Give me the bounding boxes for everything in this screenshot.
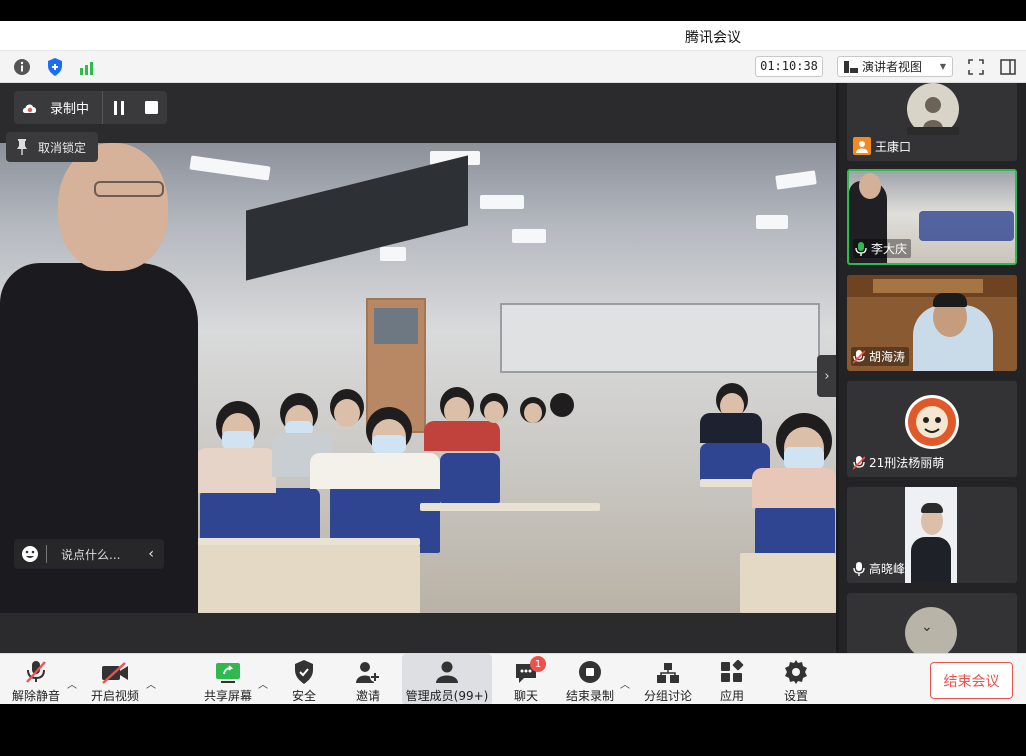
panel-collapse-button[interactable]: › — [817, 355, 836, 397]
info-icon[interactable] — [12, 57, 32, 77]
chevron-up-icon[interactable]: ︿ — [620, 676, 630, 691]
share-screen-icon — [215, 654, 241, 684]
camera-off-icon — [101, 654, 129, 684]
info-bar: 01:10:38 演讲者视图 ▼ — [0, 51, 1026, 83]
shield-icon — [294, 654, 314, 684]
chat-button[interactable]: 聊天 1 — [506, 654, 546, 704]
start-video-button[interactable]: 开启视频 — [86, 654, 144, 704]
fullscreen-icon[interactable] — [966, 57, 986, 77]
view-mode-select[interactable]: 演讲者视图 ▼ — [837, 56, 953, 77]
stop-recording-button[interactable] — [135, 91, 167, 124]
apps-button[interactable]: 应用 — [712, 654, 752, 704]
chevron-right-icon: › — [824, 368, 830, 384]
bottom-toolbar: 解除静音 ︿ 开启视频 ︿ 共享屏幕 ︿ 安全 邀请 管理成员(99+) 聊天 … — [0, 653, 1026, 704]
emoji-icon[interactable] — [14, 545, 46, 563]
participant-tile[interactable]: 王康口 — [847, 83, 1017, 161]
cloud-record-icon — [14, 101, 46, 115]
pause-icon — [114, 100, 124, 115]
manage-members-button[interactable]: 管理成员(99+) — [402, 654, 492, 704]
pin-icon — [17, 139, 27, 155]
ceiling-light — [775, 170, 817, 190]
add-user-icon — [355, 654, 381, 684]
stop-record-icon — [578, 654, 602, 684]
meeting-window: 腾讯会议 01:10:38 演讲者视图 ▼ 录制中 取消锁定 说点什么... ‹… — [0, 21, 1026, 704]
ceiling-light — [189, 155, 271, 181]
pause-recording-button[interactable] — [103, 91, 135, 124]
quick-chat-input[interactable]: 说点什么... ‹ — [14, 539, 164, 569]
speaker-view-icon — [844, 60, 858, 73]
chat-placeholder[interactable]: 说点什么... — [61, 546, 133, 563]
share-screen-button[interactable]: 共享屏幕 — [200, 654, 256, 704]
unmute-button[interactable]: 解除静音 — [8, 654, 64, 704]
meeting-timer: 01:10:38 — [755, 56, 823, 77]
mic-on-icon — [853, 561, 865, 576]
chevron-down-icon[interactable]: ⌄ — [921, 619, 933, 635]
recording-label: 录制中 — [50, 102, 90, 117]
avatar — [907, 83, 959, 135]
mic-on-icon — [855, 241, 867, 256]
user-avatar-icon — [853, 137, 871, 155]
mic-muted-icon — [25, 654, 47, 684]
participant-name-tag: 李大庆 — [853, 239, 912, 258]
window-title: 腾讯会议 — [685, 30, 741, 46]
ceiling-tv — [246, 155, 468, 281]
signal-icon[interactable] — [78, 57, 98, 77]
participant-tile[interactable]: ⌄ — [847, 593, 1017, 653]
participant-tile[interactable]: 胡海涛 — [847, 275, 1017, 371]
main-video[interactable]: 录制中 取消锁定 说点什么... ‹ › — [0, 83, 836, 653]
unpin-label: 取消锁定 — [38, 140, 87, 155]
participant-tile-active[interactable]: 李大庆 — [847, 169, 1017, 265]
chevron-left-icon[interactable]: ‹ — [148, 546, 154, 562]
chevron-up-icon[interactable]: ︿ — [258, 676, 268, 691]
chevron-down-icon: ▼ — [939, 62, 946, 71]
participants-panel: 王康口 李大庆 胡海涛 21刑法杨丽萌 高晓峰 ⌄ — [839, 83, 1026, 653]
participant-tile[interactable]: 高晓峰 — [847, 487, 1017, 583]
settings-button[interactable]: 设置 — [776, 654, 816, 704]
ceiling-light — [512, 229, 546, 243]
avatar — [905, 395, 959, 449]
ceiling-light — [756, 215, 788, 229]
breakout-icon — [656, 654, 680, 684]
stop-icon — [144, 101, 158, 114]
view-mode-label: 演讲者视图 — [862, 60, 923, 74]
gear-icon — [784, 654, 808, 684]
whiteboard — [500, 303, 820, 373]
sidebar-toggle-icon[interactable] — [998, 57, 1018, 77]
chevron-up-icon[interactable]: ︿ — [67, 676, 77, 691]
unpin-button[interactable]: 取消锁定 — [6, 132, 98, 162]
chevron-up-icon[interactable]: ︿ — [146, 676, 156, 691]
apps-icon — [720, 654, 744, 684]
breakout-rooms-button[interactable]: 分组讨论 — [640, 654, 696, 704]
security-button[interactable]: 安全 — [284, 654, 324, 704]
recording-indicator: 录制中 — [14, 91, 167, 124]
participant-name-tag: 21刑法杨丽萌 — [851, 453, 948, 472]
mic-muted-icon — [853, 455, 865, 470]
end-meeting-button[interactable]: 结束会议 — [930, 662, 1013, 699]
participant-name-tag: 高晓峰 — [851, 559, 909, 578]
ceiling-light — [380, 247, 406, 261]
mic-muted-icon — [853, 349, 865, 364]
end-recording-button[interactable]: 结束录制 — [562, 654, 618, 704]
members-icon — [434, 654, 460, 684]
participant-name-tag: 王康口 — [851, 136, 915, 156]
participant-tile[interactable]: 21刑法杨丽萌 — [847, 381, 1017, 477]
chat-badge: 1 — [530, 656, 546, 672]
participant-name-tag: 胡海涛 — [851, 347, 910, 366]
shield-icon[interactable] — [45, 57, 65, 77]
invite-button[interactable]: 邀请 — [348, 654, 388, 704]
ceiling-light — [480, 195, 524, 209]
title-bar: 腾讯会议 — [0, 21, 1026, 51]
